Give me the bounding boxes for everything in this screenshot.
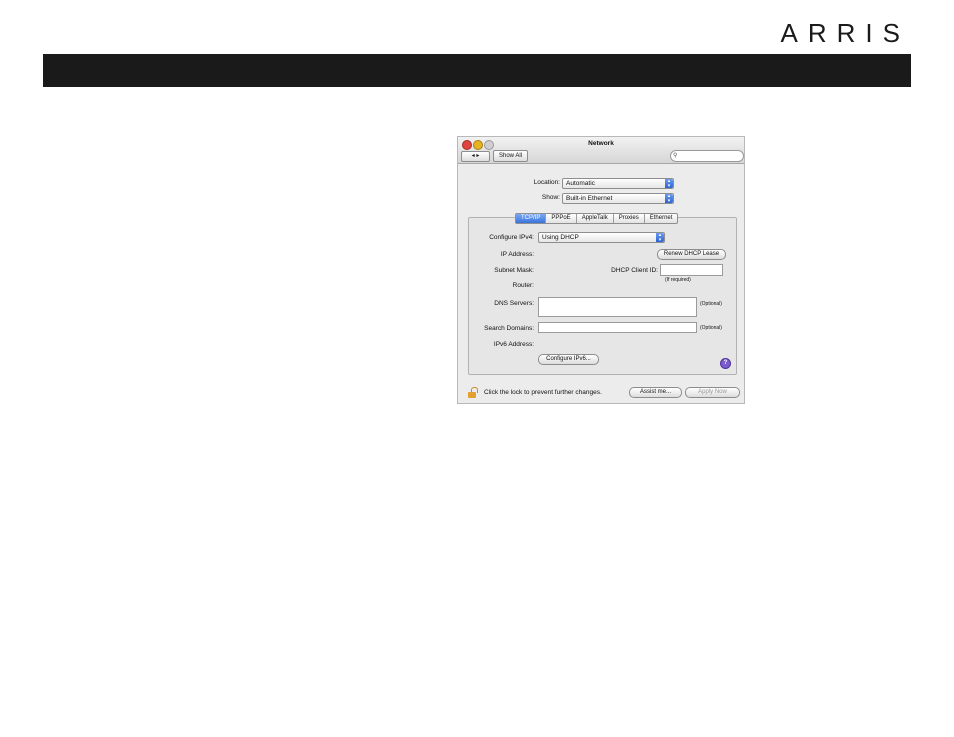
updown-arrows-icon: ▴ ▾ (665, 194, 673, 203)
search-icon: ⚲ (673, 153, 678, 159)
renew-dhcp-lease-button[interactable]: Renew DHCP Lease (657, 249, 726, 260)
tab-pppoe[interactable]: PPPoE (546, 214, 577, 223)
show-all-button[interactable]: Show All (493, 150, 528, 162)
configure-ipv6-button[interactable]: Configure IPv6... (538, 354, 599, 365)
dns-servers-label: DNS Servers: (494, 300, 534, 307)
dhcp-client-id-label: DHCP Client ID: (611, 267, 658, 274)
dns-servers-field[interactable] (538, 297, 697, 317)
dns-servers-hint: (Optional) (700, 301, 722, 307)
dhcp-client-id-hint: (If required) (665, 277, 691, 283)
configure-ipv4-select[interactable]: Using DHCP ▴ ▾ (538, 232, 665, 243)
tab-ethernet[interactable]: Ethernet (645, 214, 678, 223)
configure-ipv4-value: Using DHCP (542, 234, 579, 241)
location-value: Automatic (566, 180, 595, 187)
search-field[interactable]: ⚲ (670, 150, 744, 162)
show-label: Show: (541, 194, 560, 201)
tab-appletalk[interactable]: AppleTalk (577, 214, 614, 223)
subnet-mask-label: Subnet Mask: (494, 267, 534, 274)
back-forward-button[interactable]: ◂ ▸ (461, 151, 490, 162)
search-domains-label: Search Domains: (484, 325, 534, 332)
arris-logo: ARRIS (780, 18, 910, 48)
search-domains-hint: (Optional) (700, 325, 722, 331)
configure-ipv4-label: Configure IPv4: (489, 234, 534, 241)
location-label: Location: (533, 179, 560, 186)
tab-proxies[interactable]: Proxies (614, 214, 645, 223)
tab-tcpip[interactable]: TCP/IP (516, 214, 547, 223)
lock-text: Click the lock to prevent further change… (484, 389, 602, 396)
window-titlebar: Network ◂ ▸ Show All ⚲ (458, 137, 744, 164)
location-select[interactable]: Automatic ▴ ▾ (562, 178, 674, 189)
help-button[interactable]: ? (720, 358, 731, 369)
assist-me-button[interactable]: Assist me... (629, 387, 682, 398)
lock-icon[interactable] (468, 387, 478, 398)
show-select[interactable]: Built-in Ethernet ▴ ▾ (562, 193, 674, 204)
ipv6-address-label: IPv6 Address: (493, 341, 534, 348)
updown-arrows-icon: ▴ ▾ (656, 233, 664, 242)
ip-address-label: IP Address: (500, 251, 534, 258)
network-preferences-window: Network ◂ ▸ Show All ⚲ Location: Automat… (457, 136, 745, 404)
router-label: Router: (512, 282, 534, 289)
apply-now-button[interactable]: Apply Now (685, 387, 740, 398)
window-title: Network (588, 140, 614, 147)
updown-arrows-icon: ▴ ▾ (665, 179, 673, 188)
search-domains-field[interactable] (538, 322, 697, 333)
tab-bar: TCP/IP PPPoE AppleTalk Proxies Ethernet (515, 213, 679, 224)
show-value: Built-in Ethernet (566, 195, 613, 202)
dhcp-client-id-field[interactable] (660, 264, 723, 276)
header-bar (43, 54, 911, 87)
